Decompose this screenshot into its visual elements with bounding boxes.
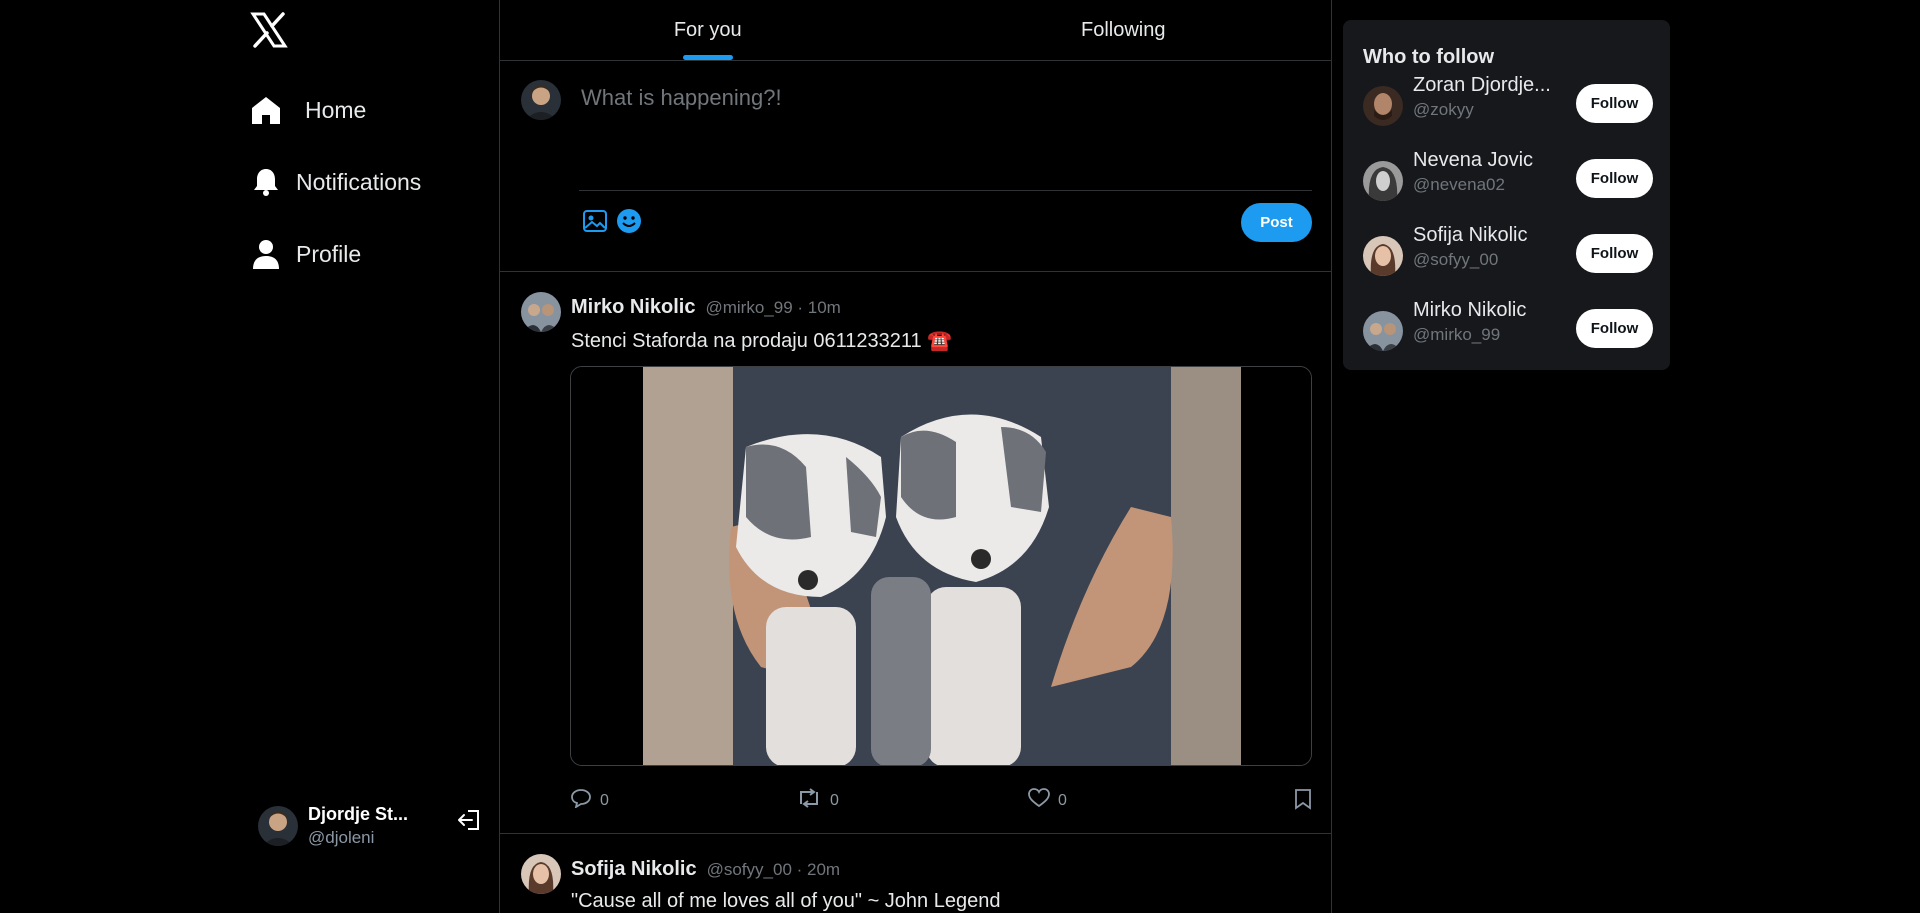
repost-count: 0 [830,791,839,809]
avatar [1363,311,1403,351]
follow-button[interactable]: Follow [1576,234,1653,273]
tweet-actions: 0 0 0 [570,788,1312,816]
app-root: Home Notifications Profile Djordje St... [0,0,1920,913]
follow-button[interactable]: Follow [1576,159,1653,198]
tab-for-you[interactable]: For you [500,0,916,60]
image-icon[interactable] [582,208,608,239]
like-button[interactable]: 0 [1028,788,1067,813]
follow-suggestion[interactable]: Sofija Nikolic @sofyy_00 Follow [1363,224,1653,280]
who-to-follow-panel: Who to follow Zoran Djordje... @zokyy Fo… [1343,20,1670,370]
user-name: Nevena Jovic [1413,149,1534,171]
follow-button[interactable]: Follow [1576,309,1653,348]
nav-item-notifications[interactable]: Notifications [250,162,421,202]
tweet-author[interactable]: Mirko Nikolic [571,296,695,319]
reply-icon [570,788,592,813]
person-icon [250,238,282,270]
tweet-meta: @mirko_99 · 10m [705,298,841,317]
bookmark-icon [1294,788,1312,815]
nav-item-label: Notifications [296,168,422,195]
emoji-icon[interactable] [616,208,642,239]
tweet[interactable]: Mirko Nikolic @mirko_99 · 10m Stenci Sta… [500,272,1331,834]
tweet-meta: @sofyy_00 · 20m [706,860,841,879]
tweet-image[interactable] [570,366,1312,766]
divider [579,190,1312,191]
avatar [1363,236,1403,276]
x-logo-icon[interactable] [250,12,288,48]
follow-suggestion[interactable]: Zoran Djordje... @zokyy Follow [1363,74,1653,130]
tweet-header: Mirko Nikolic @mirko_99 · 10m [571,296,841,319]
avatar [1363,161,1403,201]
tweet[interactable]: Sofija Nikolic @sofyy_00 · 20m "Cause al… [500,834,1331,913]
user-name: Zoran Djordje... [1413,74,1551,96]
user-handle: @nevena02 [1413,175,1505,194]
account-switcher[interactable]: Djordje St... @djoleni [258,801,488,851]
follow-button[interactable]: Follow [1576,84,1653,123]
nav-item-label: Home [305,96,367,123]
compose-input[interactable]: What is happening?! [581,85,782,111]
reply-count: 0 [600,791,609,809]
avatar [1363,86,1403,126]
user-handle: @sofyy_00 [1413,250,1499,269]
home-icon [250,94,282,126]
main-nav: Home Notifications Profile [250,90,421,306]
tweet-text: "Cause all of me loves all of you" ~ Joh… [571,890,1001,912]
account-text: Djordje St... @djoleni [308,804,418,848]
follow-suggestion[interactable]: Nevena Jovic @nevena02 Follow [1363,149,1653,205]
nav-item-label: Profile [296,240,362,267]
avatar [521,80,561,120]
tweet-header: Sofija Nikolic @sofyy_00 · 20m [571,858,840,881]
heart-icon [1028,788,1050,813]
tab-label: For you [673,18,742,41]
timeline-tabs: For you Following [500,0,1331,61]
nav-item-profile[interactable]: Profile [250,234,421,274]
bell-icon [250,166,282,198]
avatar[interactable] [521,292,561,332]
avatar[interactable] [521,854,561,894]
repost-icon [796,788,822,813]
user-name: Sofija Nikolic [1413,224,1528,246]
avatar [258,806,298,846]
repost-button[interactable]: 0 [796,788,839,813]
account-name: Djordje St... [308,804,409,824]
timeline: For you Following What is happening?! Po… [499,0,1332,913]
bookmark-button[interactable] [1294,788,1312,815]
left-sidebar: Home Notifications Profile Djordje St... [0,0,499,913]
tweet-author[interactable]: Sofija Nikolic [571,858,697,881]
reply-button[interactable]: 0 [570,788,609,813]
tab-following[interactable]: Following [916,0,1332,60]
post-composer: What is happening?! Post [500,61,1331,272]
nav-item-home[interactable]: Home [250,90,421,130]
user-handle: @mirko_99 [1413,325,1501,344]
follow-suggestion[interactable]: Mirko Nikolic @mirko_99 Follow [1363,299,1653,355]
like-count: 0 [1058,791,1067,809]
panel-title: Who to follow [1363,46,1495,68]
post-button[interactable]: Post [1241,203,1312,242]
tab-label: Following [1081,18,1166,41]
logout-icon[interactable] [456,807,482,833]
tweet-text: Stenci Staforda na prodaju 0611233211 ☎️ [571,330,953,352]
user-name: Mirko Nikolic [1413,299,1527,321]
user-handle: @zokyy [1413,100,1474,119]
compose-toolbar [582,208,642,239]
account-handle: @djoleni [308,828,375,847]
